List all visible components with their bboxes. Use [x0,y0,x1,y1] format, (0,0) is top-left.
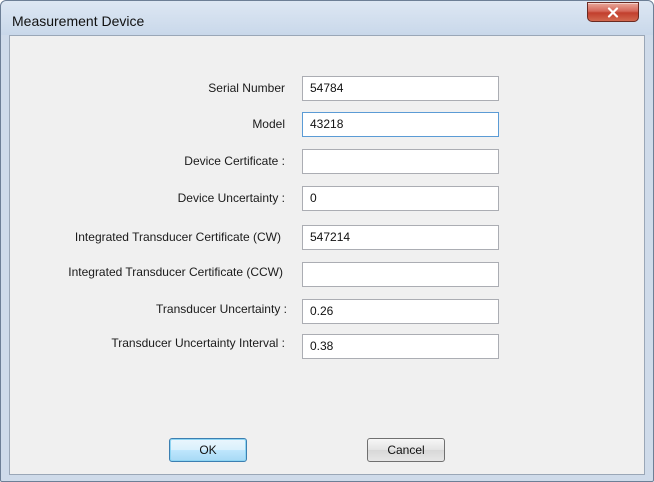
title-bar[interactable]: Measurement Device [1,1,653,35]
model-label: Model [252,117,285,131]
device-uncertainty-label: Device Uncertainty : [177,191,285,205]
transducer-certificate-ccw-label: Integrated Transducer Certificate (CCW) [68,265,283,279]
window-title: Measurement Device [12,13,145,29]
model-input[interactable]: 43218 [302,112,499,137]
transducer-certificate-cw-input[interactable]: 547214 [302,225,499,250]
device-uncertainty-input[interactable]: 0 [302,186,499,211]
serial-number-label: Serial Number [208,81,285,95]
dialog-window: Measurement Device Serial Number 54784 M… [0,0,654,482]
transducer-uncertainty-input[interactable]: 0.26 [302,299,499,324]
transducer-uncertainty-label: Transducer Uncertainty : [156,302,287,316]
cancel-button[interactable]: Cancel [367,438,445,462]
transducer-uncertainty-interval-input[interactable]: 0.38 [302,334,499,359]
close-button[interactable] [587,2,639,22]
serial-number-input[interactable]: 54784 [302,76,499,101]
transducer-certificate-ccw-input[interactable] [302,262,499,287]
device-certificate-label: Device Certificate : [184,154,285,168]
close-icon [607,6,619,18]
transducer-certificate-cw-label: Integrated Transducer Certificate (CW) [74,230,281,244]
ok-button[interactable]: OK [169,438,247,462]
device-certificate-input[interactable] [302,149,499,174]
transducer-uncertainty-interval-label: Transducer Uncertainty Interval : [111,336,285,350]
dialog-body: Serial Number 54784 Model 43218 Device C… [9,35,645,475]
